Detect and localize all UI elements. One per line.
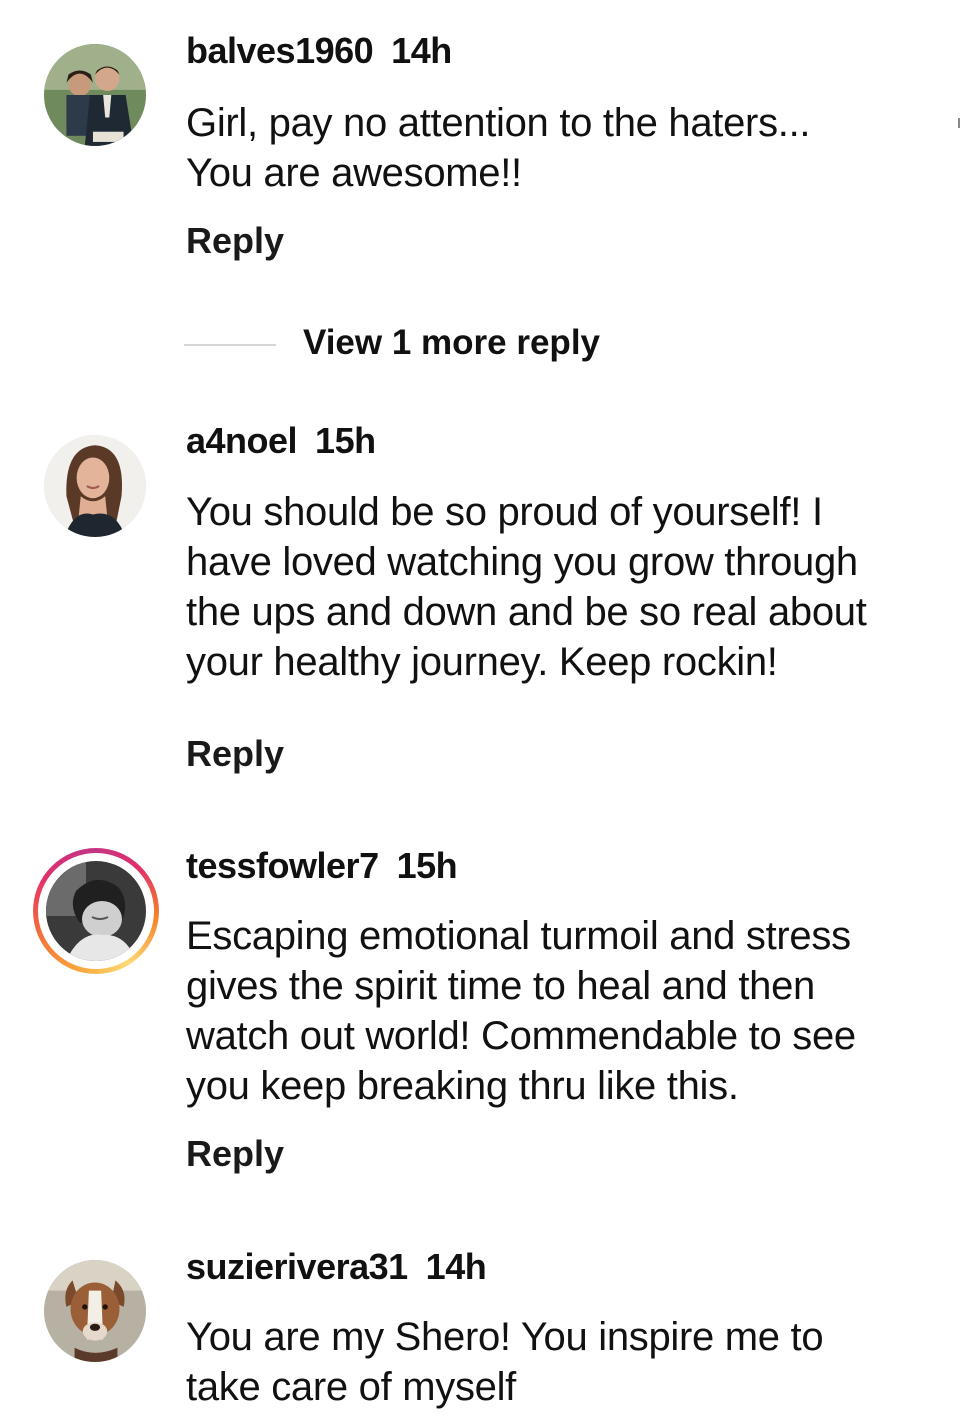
avatar[interactable] — [44, 44, 146, 146]
comment-text: You are my Shero! You inspire me to take… — [186, 1315, 824, 1409]
avatar-photo-two-people-icon — [44, 44, 146, 146]
comment-text: Girl, pay no attention to the haters... … — [186, 101, 811, 195]
username-link[interactable]: suzierivera31 — [186, 1246, 408, 1287]
avatar-photo-bw-portrait-icon — [46, 861, 146, 961]
comment-meta: tessfowler7 15h — [186, 845, 458, 887]
timestamp: 14h — [425, 1246, 487, 1287]
timestamp: 14h — [391, 30, 452, 71]
comment-text: Escaping emotional turmoil and stress gi… — [186, 914, 856, 1108]
comment-meta: a4noel 15h — [186, 420, 376, 462]
avatar — [46, 861, 146, 961]
comment-text: You should be so proud of yourself! I ha… — [186, 490, 867, 684]
edge-indicator — [958, 118, 960, 128]
reply-button[interactable]: Reply — [186, 1133, 284, 1175]
timestamp: 15h — [396, 845, 458, 886]
avatar[interactable] — [44, 1260, 146, 1362]
avatar[interactable] — [44, 435, 146, 537]
comment-meta: suzierivera31 14h — [186, 1246, 487, 1288]
story-ring[interactable] — [33, 848, 159, 974]
comment-meta: balves1960 14h — [186, 30, 452, 72]
view-more-replies-label[interactable]: View 1 more reply — [303, 323, 600, 363]
username-link[interactable]: balves1960 — [186, 30, 374, 71]
divider-line — [184, 344, 276, 346]
avatar-photo-woman-icon — [44, 435, 146, 537]
avatar-photo-dog-icon — [44, 1260, 146, 1362]
reply-button[interactable]: Reply — [186, 220, 284, 262]
timestamp: 15h — [315, 420, 376, 461]
username-link[interactable]: tessfowler7 — [186, 845, 379, 886]
reply-button[interactable]: Reply — [186, 733, 284, 775]
username-link[interactable]: a4noel — [186, 420, 298, 461]
